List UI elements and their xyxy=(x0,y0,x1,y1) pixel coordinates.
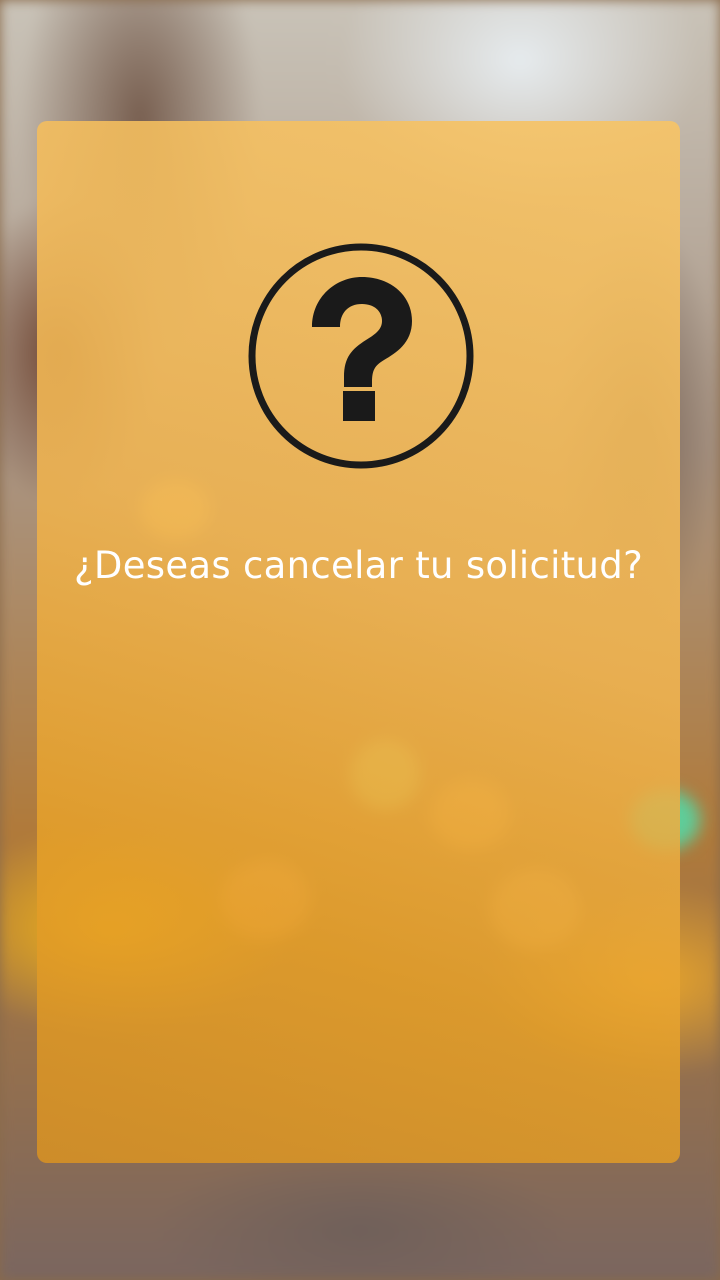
cancel-dialog-card: ¿Deseas cancelar tu solicitud? xyxy=(37,121,680,1163)
cancel-request-screen: ¿Deseas cancelar tu solicitud? xyxy=(0,0,720,1280)
question-circle-icon-graphic xyxy=(248,243,474,469)
cancel-request-question: ¿Deseas cancelar tu solicitud? xyxy=(73,544,644,587)
question-circle-icon xyxy=(248,243,474,469)
